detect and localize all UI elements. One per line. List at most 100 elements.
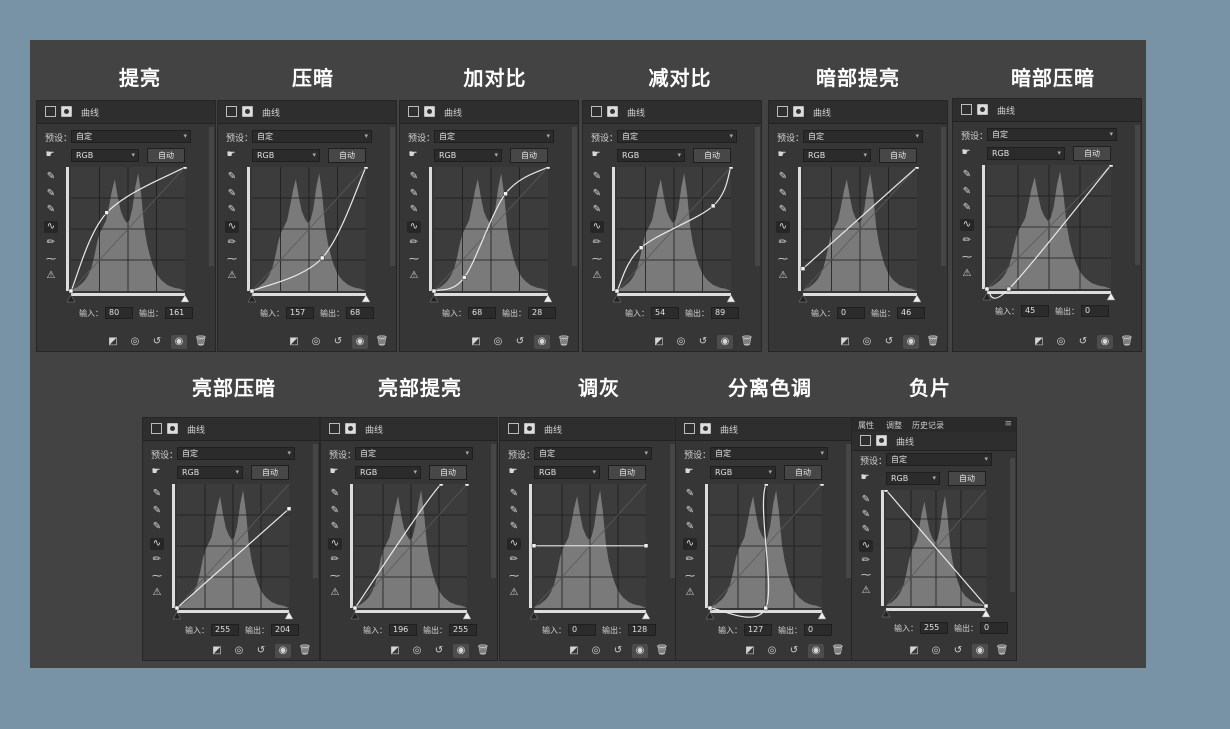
white-point-slider[interactable] <box>817 611 827 620</box>
reset-icon[interactable]: ↺ <box>149 335 165 349</box>
clipping-warning-icon[interactable]: ⚠ <box>407 270 421 282</box>
visibility-eye-icon[interactable]: ◉ <box>453 644 469 658</box>
preset-dropdown[interactable]: 自定 ▾ <box>534 447 652 460</box>
curve-control-point[interactable] <box>800 266 806 271</box>
white-point-slider[interactable] <box>981 609 991 618</box>
white-point-eyedropper-icon[interactable]: ✎ <box>859 524 873 536</box>
smooth-icon[interactable]: ⁓ <box>150 571 164 583</box>
white-point-slider[interactable] <box>543 294 553 303</box>
curve-points-icon[interactable]: ∿ <box>328 537 342 550</box>
white-point-eyedropper-icon[interactable]: ✎ <box>44 204 58 216</box>
channel-dropdown[interactable]: RGB ▾ <box>71 149 139 162</box>
black-point-slider[interactable] <box>612 294 622 303</box>
delete-icon[interactable]: 🗑 <box>1119 335 1135 349</box>
smooth-icon[interactable]: ⁓ <box>590 254 604 266</box>
curve-control-point[interactable] <box>174 605 180 611</box>
curve-control-point[interactable] <box>638 245 644 250</box>
curve-points-icon[interactable]: ∿ <box>44 220 58 233</box>
input-value-field[interactable]: 255 <box>920 622 948 634</box>
input-value-field[interactable]: 54 <box>651 307 679 319</box>
white-point-eyedropper-icon[interactable]: ✎ <box>683 521 697 533</box>
curve-graph[interactable] <box>797 167 923 303</box>
pencil-icon[interactable]: ✏ <box>590 237 604 249</box>
black-point-eyedropper-icon[interactable]: ✎ <box>150 488 164 500</box>
view-previous-icon[interactable]: ◎ <box>1053 335 1069 349</box>
preset-dropdown[interactable]: 自定 ▾ <box>177 447 295 460</box>
panel-scrollbar[interactable] <box>1135 125 1140 265</box>
clip-to-layer-icon[interactable]: ◩ <box>387 644 403 658</box>
curve-graph[interactable] <box>246 167 372 303</box>
layer-mask-icon[interactable] <box>876 435 887 446</box>
white-point-eyedropper-icon[interactable]: ✎ <box>407 204 421 216</box>
clip-to-layer-icon[interactable]: ◩ <box>566 644 582 658</box>
reset-icon[interactable]: ↺ <box>1075 335 1091 349</box>
target-adjust-hand-icon[interactable]: ☛ <box>149 466 163 478</box>
visibility-eye-icon[interactable]: ◉ <box>1097 335 1113 349</box>
input-value-field[interactable]: 127 <box>744 624 772 636</box>
black-point-eyedropper-icon[interactable]: ✎ <box>328 488 342 500</box>
delete-icon[interactable]: 🗑 <box>830 644 846 658</box>
output-value-field[interactable]: 0 <box>804 624 832 636</box>
delete-icon[interactable]: 🗑 <box>374 335 390 349</box>
curve-control-point[interactable] <box>883 490 889 493</box>
black-point-eyedropper-icon[interactable]: ✎ <box>507 488 521 500</box>
curve-control-point[interactable] <box>249 288 255 294</box>
reset-icon[interactable]: ↺ <box>431 644 447 658</box>
visibility-eye-icon[interactable]: ◉ <box>717 335 733 349</box>
delete-icon[interactable]: 🗑 <box>654 644 670 658</box>
input-value-field[interactable]: 157 <box>286 307 314 319</box>
preset-dropdown[interactable]: 自定 ▾ <box>434 130 554 143</box>
preset-dropdown[interactable]: 自定 ▾ <box>803 130 923 143</box>
channel-dropdown[interactable]: RGB ▾ <box>803 149 871 162</box>
output-value-field[interactable]: 204 <box>271 624 299 636</box>
visibility-eye-icon[interactable]: ◉ <box>903 335 919 349</box>
curve-control-point[interactable] <box>983 603 989 609</box>
curve-graph[interactable] <box>528 484 652 620</box>
output-value-field[interactable]: 255 <box>449 624 477 636</box>
curve-graph[interactable] <box>880 490 992 618</box>
layer-mask-icon[interactable] <box>700 423 711 434</box>
auto-button[interactable]: 自动 <box>429 465 467 480</box>
visibility-eye-icon[interactable]: ◉ <box>275 644 291 658</box>
curve-control-point[interactable] <box>286 506 292 512</box>
gray-point-eyedropper-icon[interactable]: ✎ <box>407 188 421 200</box>
output-value-field[interactable]: 28 <box>528 307 556 319</box>
channel-dropdown[interactable]: RGB ▾ <box>987 147 1065 160</box>
target-adjust-hand-icon[interactable]: ☛ <box>682 466 696 478</box>
curve-control-point[interactable] <box>614 288 620 294</box>
output-value-field[interactable]: 0 <box>980 622 1008 634</box>
layer-mask-icon[interactable] <box>424 106 435 117</box>
gray-point-eyedropper-icon[interactable]: ✎ <box>507 505 521 517</box>
input-value-field[interactable]: 0 <box>837 307 865 319</box>
panel-scrollbar[interactable] <box>491 444 496 579</box>
gray-point-eyedropper-icon[interactable]: ✎ <box>683 505 697 517</box>
reset-icon[interactable]: ↺ <box>610 644 626 658</box>
white-point-slider[interactable] <box>180 294 190 303</box>
clip-to-layer-icon[interactable]: ◩ <box>837 335 853 349</box>
pencil-icon[interactable]: ✏ <box>44 237 58 249</box>
target-adjust-hand-icon[interactable]: ☛ <box>43 149 57 161</box>
curve-graph[interactable] <box>704 484 828 620</box>
pencil-icon[interactable]: ✏ <box>150 554 164 566</box>
clip-to-layer-icon[interactable]: ◩ <box>209 644 225 658</box>
black-point-slider[interactable] <box>247 294 257 303</box>
white-point-slider[interactable] <box>641 611 651 620</box>
channel-dropdown[interactable]: RGB ▾ <box>177 466 243 479</box>
layer-mask-icon[interactable] <box>524 423 535 434</box>
preset-dropdown[interactable]: 自定 ▾ <box>710 447 828 460</box>
tab-adjust[interactable]: 调整 <box>886 420 902 431</box>
curve-control-point[interactable] <box>464 484 470 487</box>
input-value-field[interactable]: 80 <box>105 307 133 319</box>
gray-point-eyedropper-icon[interactable]: ✎ <box>225 188 239 200</box>
gray-point-eyedropper-icon[interactable]: ✎ <box>150 505 164 517</box>
smooth-icon[interactable]: ⁓ <box>328 571 342 583</box>
reset-icon[interactable]: ↺ <box>786 644 802 658</box>
curve-control-point[interactable] <box>68 288 74 294</box>
layer-mask-icon[interactable] <box>977 104 988 115</box>
curve-control-point[interactable] <box>1108 165 1114 168</box>
black-point-eyedropper-icon[interactable]: ✎ <box>776 171 790 183</box>
view-previous-icon[interactable]: ◎ <box>928 644 944 658</box>
output-value-field[interactable]: 46 <box>897 307 925 319</box>
clipping-warning-icon[interactable]: ⚠ <box>225 270 239 282</box>
gray-point-eyedropper-icon[interactable]: ✎ <box>590 188 604 200</box>
